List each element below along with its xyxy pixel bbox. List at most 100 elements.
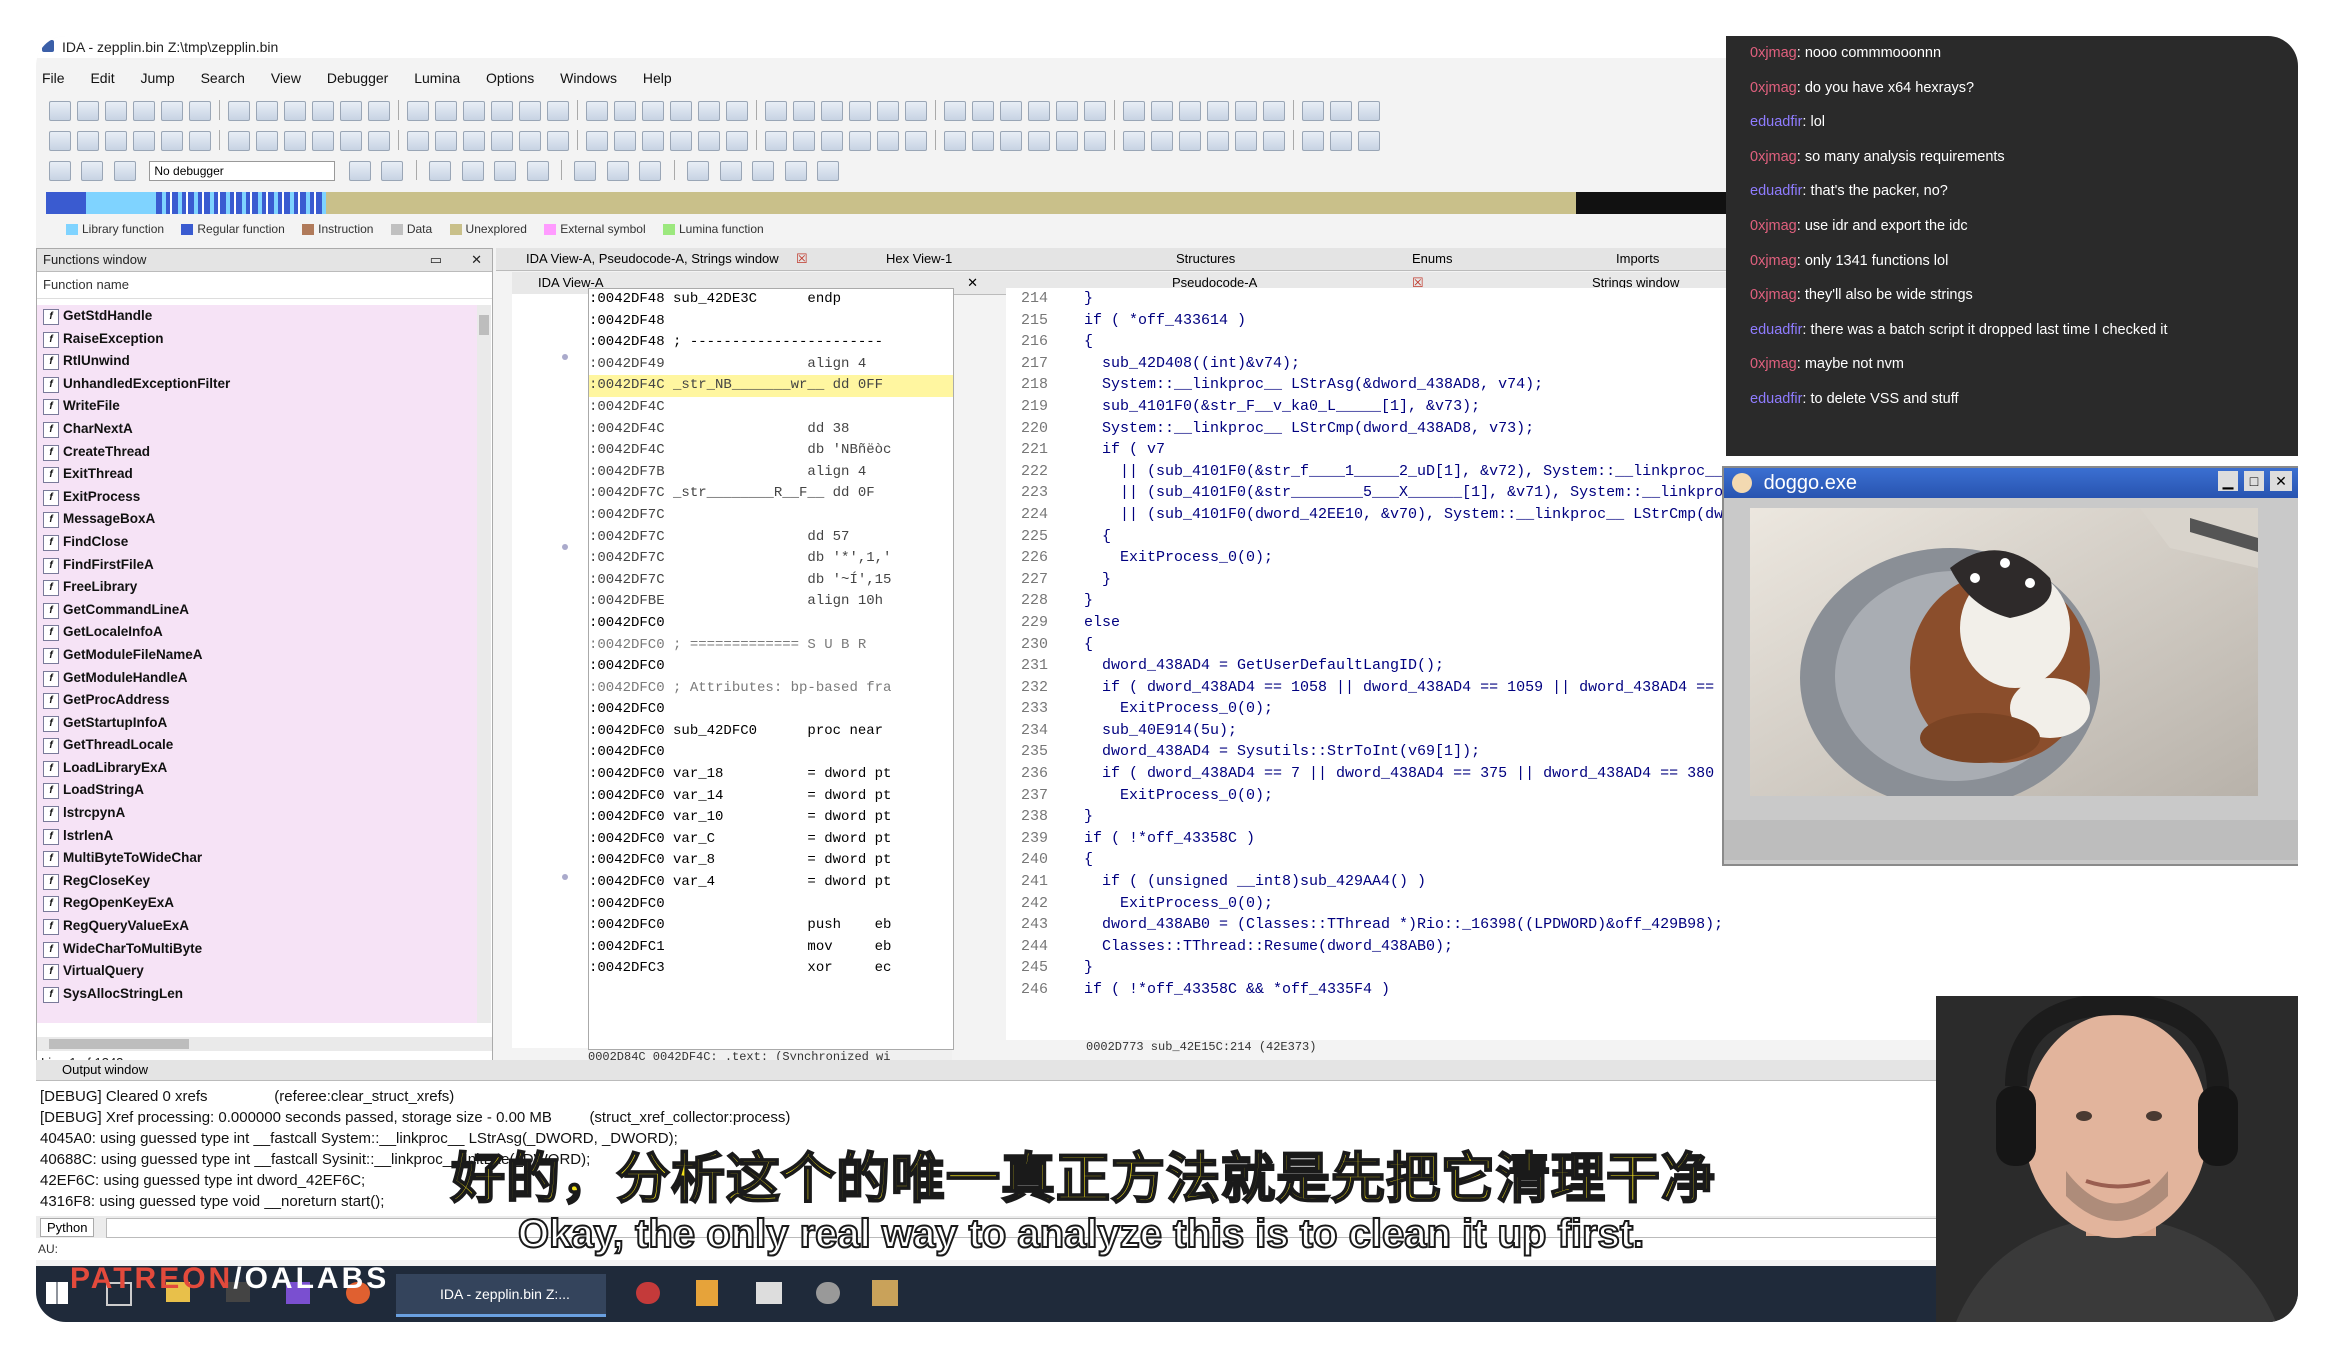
disasm-line[interactable]: :0042DFC0 xyxy=(589,742,953,764)
toolbar-button-icon[interactable] xyxy=(849,101,871,121)
menu-search[interactable]: Search xyxy=(201,70,245,86)
toolbar-button-icon[interactable] xyxy=(1235,131,1257,151)
debugger-select[interactable]: No debugger xyxy=(149,161,336,181)
toolbar-button-icon[interactable] xyxy=(793,101,815,121)
disasm-line[interactable]: :0042DF4C db 'NBñëòc xyxy=(589,440,953,462)
toolbar-button-icon[interactable] xyxy=(105,101,127,121)
function-list-item[interactable]: f RtlUnwind xyxy=(37,350,477,373)
toolbar-button-icon[interactable] xyxy=(312,131,334,151)
toolbar-button-icon[interactable] xyxy=(49,101,71,121)
toolbar-button-icon[interactable] xyxy=(435,101,457,121)
navigation-band[interactable] xyxy=(46,192,1726,214)
function-list-item[interactable]: f WideCharToMultiByte xyxy=(37,938,477,961)
toolbar-button-icon[interactable] xyxy=(1330,101,1352,121)
function-list-item[interactable]: f GetThreadLocale xyxy=(37,734,477,757)
tab-hex-view[interactable]: Hex View-1 xyxy=(886,248,952,270)
toolbar-button-icon[interactable] xyxy=(491,131,513,151)
disasm-line[interactable]: :0042DFC0 xyxy=(589,656,953,678)
toolbar-button-icon[interactable] xyxy=(698,101,720,121)
function-list-item[interactable]: f GetStartupInfoA xyxy=(37,712,477,735)
pseudocode-line[interactable]: 241 if ( (unsigned __int8)sub_429AA4() ) xyxy=(1006,871,2298,893)
toolbar-button-icon[interactable] xyxy=(765,101,787,121)
function-list-item[interactable]: f CharNextA xyxy=(37,418,477,441)
function-list-item[interactable]: f GetModuleFileNameA xyxy=(37,644,477,667)
function-list-item[interactable]: f GetModuleHandleA xyxy=(37,667,477,690)
python-tab[interactable]: Python xyxy=(40,1218,95,1237)
function-list-item[interactable]: f lstrcpynA xyxy=(37,802,477,825)
toolbar-button-icon[interactable] xyxy=(256,131,278,151)
toolbar-button-icon[interactable] xyxy=(189,101,211,121)
function-list-item[interactable]: f FindFirstFileA xyxy=(37,554,477,577)
functions-hscrollbar[interactable] xyxy=(37,1037,492,1051)
functions-scrollbar[interactable] xyxy=(477,305,491,1023)
toolbar-button-icon[interactable] xyxy=(972,101,994,121)
toolbar-button-icon[interactable] xyxy=(1028,131,1050,151)
toolbar-button-icon[interactable] xyxy=(793,131,815,151)
graph-icon[interactable] xyxy=(639,161,662,181)
watch-icon[interactable] xyxy=(687,161,710,181)
float-icon[interactable]: ▭ xyxy=(430,249,442,271)
tab-ida-view-pseudocode-strings[interactable]: IDA View-A, Pseudocode-A, Strings window xyxy=(526,248,779,270)
disasm-line[interactable]: :0042DFC0 var_4 = dword pt xyxy=(589,872,953,894)
toolbar-button-icon[interactable] xyxy=(1358,101,1380,121)
disasm-line[interactable]: :0042DF4C dd 38 xyxy=(589,419,953,441)
toolbar-button-icon[interactable] xyxy=(228,101,250,121)
step-out-icon[interactable] xyxy=(526,161,549,181)
toolbar-button-icon[interactable] xyxy=(670,131,692,151)
disasm-line[interactable]: :0042DFC0 xyxy=(589,699,953,721)
step-over-icon[interactable] xyxy=(461,161,484,181)
toolbar-button-icon[interactable] xyxy=(49,131,71,151)
toolbar-button-icon[interactable] xyxy=(1151,131,1173,151)
disasm-line[interactable]: :0042DF7C xyxy=(589,505,953,527)
function-list-item[interactable]: f CreateThread xyxy=(37,441,477,464)
menu-lumina[interactable]: Lumina xyxy=(414,70,460,86)
close-icon[interactable]: ✕ xyxy=(2270,471,2292,491)
function-list-item[interactable]: f FindClose xyxy=(37,531,477,554)
toolbar-button-icon[interactable] xyxy=(547,101,569,121)
taskbar-item-ida[interactable]: IDA - zepplin.bin Z:... xyxy=(396,1274,606,1317)
function-list-item[interactable]: f RegQueryValueExA xyxy=(37,915,477,938)
disasm-line[interactable]: :0042DFC0 var_18 = dword pt xyxy=(589,764,953,786)
disasm-line[interactable]: :0042DFC0 push eb xyxy=(589,915,953,937)
app-icon-3[interactable] xyxy=(756,1282,782,1304)
function-list-item[interactable]: f SysAllocStringLen xyxy=(37,983,477,1006)
toolbar-button-icon[interactable] xyxy=(463,131,485,151)
toolbar-button-icon[interactable] xyxy=(547,131,569,151)
function-name-column-header[interactable]: Function name xyxy=(37,272,492,299)
toolbar-button-icon[interactable] xyxy=(1123,101,1145,121)
function-list-item[interactable]: f UnhandledExceptionFilter xyxy=(37,373,477,396)
toolbar-button-icon[interactable] xyxy=(228,131,250,151)
maximize-icon[interactable]: □ xyxy=(2244,471,2264,491)
toolbar-button-icon[interactable] xyxy=(642,101,664,121)
toolbar-button-icon[interactable] xyxy=(726,131,748,151)
function-list-item[interactable]: f LoadStringA xyxy=(37,779,477,802)
function-list-item[interactable]: f RaiseException xyxy=(37,328,477,351)
toolbar-button-icon[interactable] xyxy=(1263,131,1285,151)
tab-structures[interactable]: Structures xyxy=(1176,248,1235,270)
disasm-line[interactable]: :0042DFBE align 10h xyxy=(589,591,953,613)
function-list-item[interactable]: f RegCloseKey xyxy=(37,870,477,893)
app-icon-4[interactable] xyxy=(816,1282,840,1304)
minimize-icon[interactable]: ▁ xyxy=(2218,471,2238,491)
trace-icon[interactable] xyxy=(606,161,629,181)
toolbar-button-icon[interactable] xyxy=(284,101,306,121)
toolbar-button-icon[interactable] xyxy=(877,131,899,151)
disasm-line[interactable]: :0042DF7C db '~Í',15 xyxy=(589,570,953,592)
hscrollbar-thumb[interactable] xyxy=(49,1039,189,1049)
menu-options[interactable]: Options xyxy=(486,70,534,86)
function-list-item[interactable]: f LoadLibraryExA xyxy=(37,757,477,780)
toolbar-button-icon[interactable] xyxy=(821,101,843,121)
locals-icon[interactable] xyxy=(752,161,775,181)
disasm-line[interactable]: :0042DFC0 var_8 = dword pt xyxy=(589,850,953,872)
menu-file[interactable]: File xyxy=(42,70,65,86)
toolbar-button-icon[interactable] xyxy=(1302,131,1324,151)
start-icon[interactable] xyxy=(46,1282,68,1304)
run-to-cursor-icon[interactable] xyxy=(494,161,517,181)
tab-enums[interactable]: Enums xyxy=(1412,248,1452,270)
toolbar-button-icon[interactable] xyxy=(972,131,994,151)
breakpoint-icon[interactable] xyxy=(574,161,597,181)
disasm-line[interactable]: :0042DFC0 xyxy=(589,894,953,916)
toolbar-button-icon[interactable] xyxy=(849,131,871,151)
disasm-line[interactable]: :0042DFC0 ; Attributes: bp-based fra xyxy=(589,678,953,700)
menu-debugger[interactable]: Debugger xyxy=(327,70,389,86)
